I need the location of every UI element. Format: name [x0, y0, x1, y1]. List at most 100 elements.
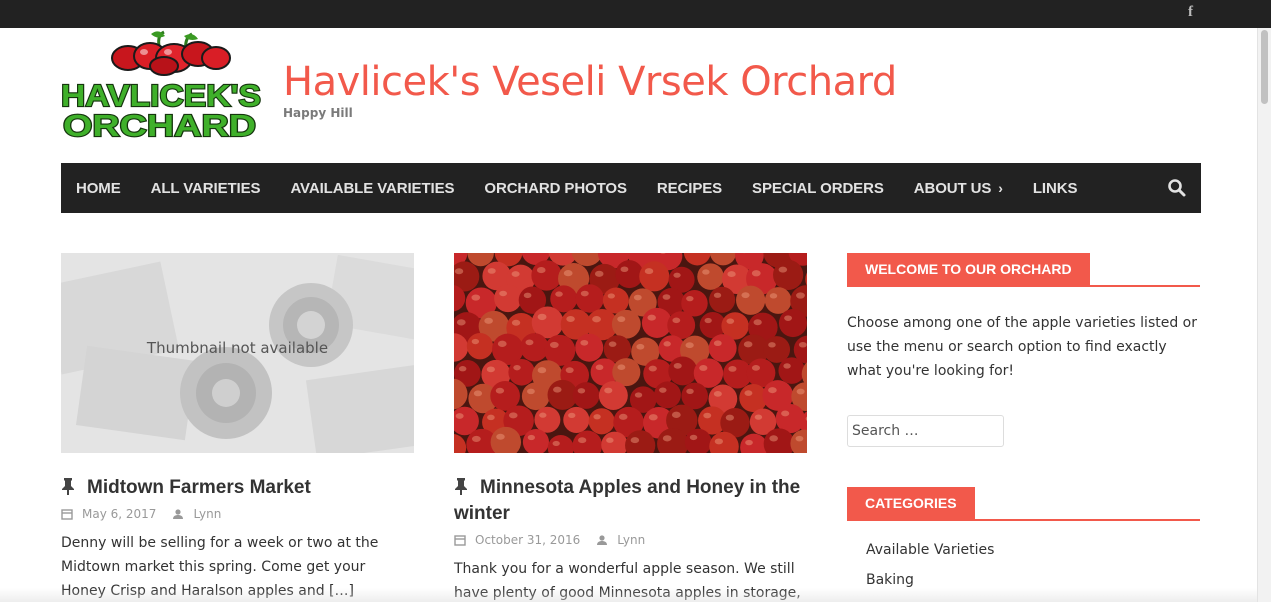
post-author[interactable]: Lynn	[193, 507, 221, 521]
apple-highlight	[713, 292, 722, 298]
welcome-widget-title: WELCOME TO OUR ORCHARD	[847, 253, 1090, 285]
apple-shape	[709, 286, 736, 313]
apple-shape	[521, 382, 550, 411]
post-meta: May 6, 2017 Lynn	[61, 507, 414, 521]
apple-highlight	[634, 392, 643, 398]
apple-highlight	[549, 341, 559, 349]
post-meta: October 31, 2016 Lynn	[454, 533, 807, 547]
apples-graphic	[111, 30, 231, 76]
post-thumbnail[interactable]	[454, 253, 807, 453]
apple-highlight	[743, 341, 753, 348]
post-date[interactable]: May 6, 2017	[82, 507, 156, 521]
nav-item-recipes[interactable]: RECIPES	[657, 180, 722, 197]
apple-highlight	[703, 412, 712, 419]
apple-highlight	[751, 365, 760, 371]
search-input[interactable]	[847, 415, 1004, 447]
nav-item-home[interactable]: HOME	[76, 180, 121, 197]
apple-highlight	[580, 290, 589, 297]
apple-highlight	[592, 316, 601, 323]
apple-highlight	[796, 292, 805, 299]
apple-shape	[668, 356, 698, 386]
apple-highlight	[769, 293, 778, 299]
apple-highlight	[768, 387, 777, 394]
facebook-icon[interactable]: f	[1188, 3, 1193, 21]
categories-widget-header: CATEGORIES	[847, 487, 1200, 521]
apple-highlight	[795, 435, 804, 442]
nav-item-special-orders[interactable]: SPECIAL ORDERS	[752, 180, 884, 197]
apple-shape	[575, 333, 604, 362]
apple-highlight	[537, 313, 547, 321]
apple-shape	[508, 359, 535, 386]
apple-highlight	[636, 343, 645, 350]
apple-highlight	[499, 290, 507, 297]
category-item-available-varieties[interactable]: Available Varieties	[866, 535, 1200, 565]
site-tagline: Happy Hill	[283, 106, 353, 120]
apple-highlight	[699, 365, 708, 371]
apple-highlight	[778, 266, 788, 273]
apple-highlight	[454, 268, 464, 275]
apple-highlight	[618, 413, 628, 420]
apple-highlight	[630, 437, 640, 444]
top-bar: f	[0, 0, 1271, 28]
post-date[interactable]: October 31, 2016	[475, 533, 580, 547]
apple-highlight	[714, 438, 723, 445]
apple-highlight	[672, 317, 681, 324]
apple-highlight	[471, 338, 480, 345]
apple-highlight	[604, 387, 613, 394]
apple-highlight	[568, 412, 576, 418]
apple-highlight	[455, 413, 464, 419]
scrollbar-thumb[interactable]	[1261, 30, 1268, 104]
apple-shape	[736, 285, 766, 315]
nav-item-available-varieties[interactable]: AVAILABLE VARIETIES	[290, 180, 454, 197]
apple-highlight	[607, 293, 615, 299]
apple-highlight	[783, 363, 791, 369]
apple-highlight	[781, 410, 790, 417]
apple-highlight	[595, 364, 604, 371]
apple-shape	[602, 287, 629, 314]
apple-highlight	[472, 435, 481, 443]
search-icon[interactable]	[1167, 178, 1187, 198]
apple-highlight	[495, 387, 505, 394]
logo-text-line2: ORCHARD	[63, 108, 256, 142]
site-title[interactable]: Havlicek's Veseli Vrsek Orchard	[283, 56, 897, 108]
apple-highlight	[686, 388, 694, 394]
apple-shape	[697, 263, 724, 290]
nav-item-links[interactable]: LINKS	[1033, 180, 1078, 197]
scrollbar[interactable]	[1257, 28, 1271, 602]
thumbnail-not-available-text: Thumbnail not available	[146, 339, 329, 357]
apple-highlight	[608, 341, 617, 347]
apple-highlight	[593, 414, 601, 420]
post-thumbnail-placeholder[interactable]: Thumbnail not available	[61, 253, 414, 453]
post-author[interactable]: Lynn	[617, 533, 645, 547]
apple-highlight	[659, 387, 667, 393]
apple-highlight	[552, 440, 560, 447]
nav-item-all-varieties[interactable]: ALL VARIETIES	[151, 180, 261, 197]
categories-list: Available Varieties Baking	[847, 535, 1200, 595]
apple-highlight	[487, 414, 495, 421]
apple-highlight	[580, 339, 589, 346]
apple-highlight	[644, 268, 654, 275]
apple-highlight	[689, 434, 698, 441]
nav-item-about-us[interactable]: ABOUT US ›	[914, 180, 1003, 197]
post-card: Thumbnail not available Midtown Farmers …	[61, 253, 414, 602]
welcome-widget-header: WELCOME TO OUR ORCHARD	[847, 253, 1200, 287]
apple-highlight	[563, 270, 573, 277]
apple-highlight	[648, 365, 657, 372]
post-title[interactable]: Minnesota Apples and Honey in the winter	[454, 475, 807, 527]
bottom-fade	[0, 588, 1257, 602]
apple-highlight	[673, 272, 681, 278]
nav-item-orchard-photos[interactable]: ORCHARD PHOTOS	[484, 180, 627, 197]
apple-highlight	[523, 292, 532, 299]
calendar-icon	[61, 509, 73, 520]
apple-highlight	[496, 433, 505, 440]
apple-highlight	[751, 270, 761, 277]
site-logo[interactable]: HAVLICEK'S ORCHARD	[56, 28, 266, 142]
apple-highlight	[536, 267, 546, 274]
apple-highlight	[594, 270, 604, 277]
apple-highlight	[537, 367, 547, 374]
post-title[interactable]: Midtown Farmers Market	[61, 475, 414, 501]
apple-highlight	[704, 317, 712, 324]
apple-highlight	[633, 294, 642, 301]
apple-highlight	[726, 318, 735, 324]
apple-shape	[764, 287, 792, 314]
